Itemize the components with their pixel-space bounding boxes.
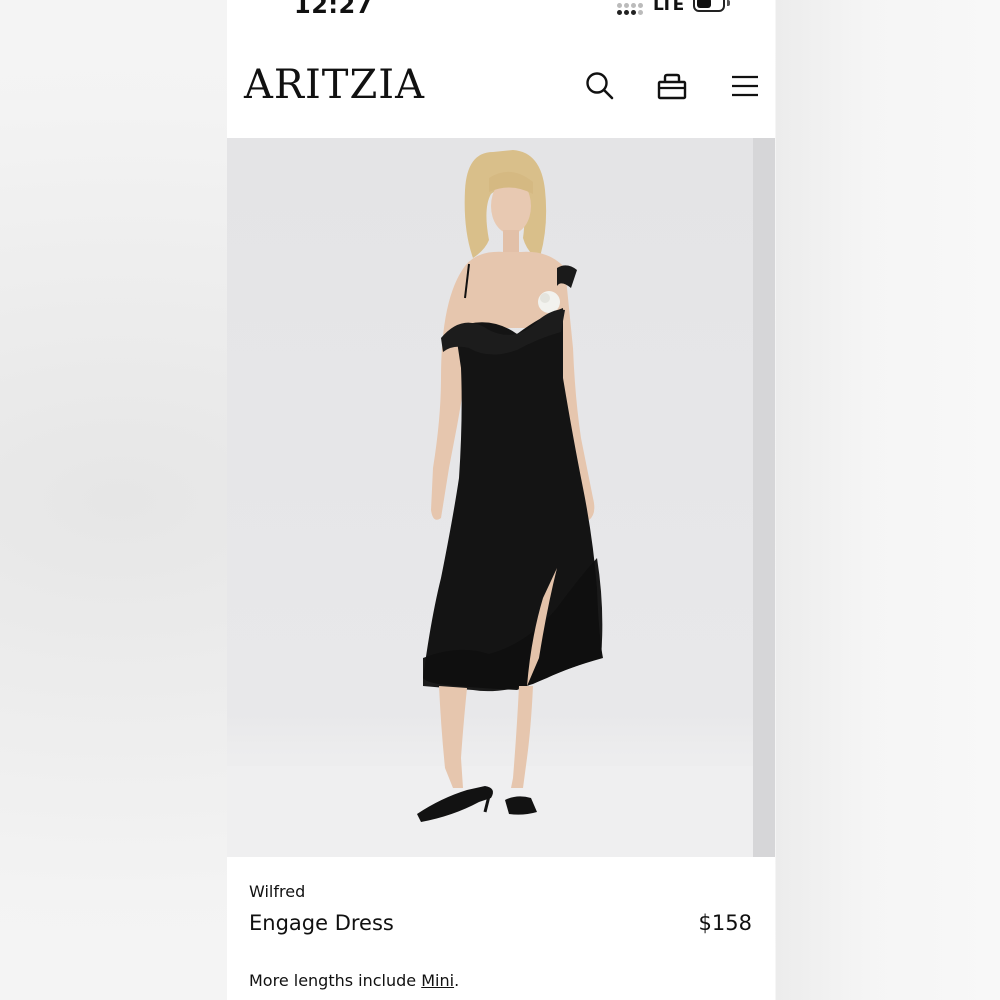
signal-dots-icon	[617, 3, 647, 15]
product-brand[interactable]: Wilfred	[249, 882, 305, 901]
aritzia-logo[interactable]: ARITZIA	[244, 62, 425, 108]
status-time: 12:27	[294, 0, 373, 19]
site-header: ARITZIA	[227, 40, 775, 138]
product-price: $158	[698, 911, 752, 935]
model-illustration	[227, 150, 753, 857]
mini-length-link[interactable]: Mini	[421, 971, 454, 990]
more-lengths-prefix: More lengths include	[249, 971, 422, 990]
status-bar: 12:27 LTE	[227, 0, 775, 19]
phone-screen: 12:27 LTE ARITZIA Wilfred Engage Dress $…	[227, 0, 775, 1000]
product-image[interactable]	[227, 138, 775, 857]
more-lengths-suffix: .	[454, 971, 460, 990]
battery-level	[697, 0, 711, 8]
menu-icon[interactable]	[729, 70, 761, 102]
product-name: Engage Dress	[249, 911, 394, 935]
search-icon[interactable]	[584, 70, 616, 102]
more-lengths-text: More lengths include Mini.	[249, 971, 459, 990]
battery-icon	[693, 0, 725, 12]
network-label: LTE	[653, 0, 685, 15]
battery-tip	[727, 0, 730, 6]
bag-icon[interactable]	[656, 70, 688, 102]
